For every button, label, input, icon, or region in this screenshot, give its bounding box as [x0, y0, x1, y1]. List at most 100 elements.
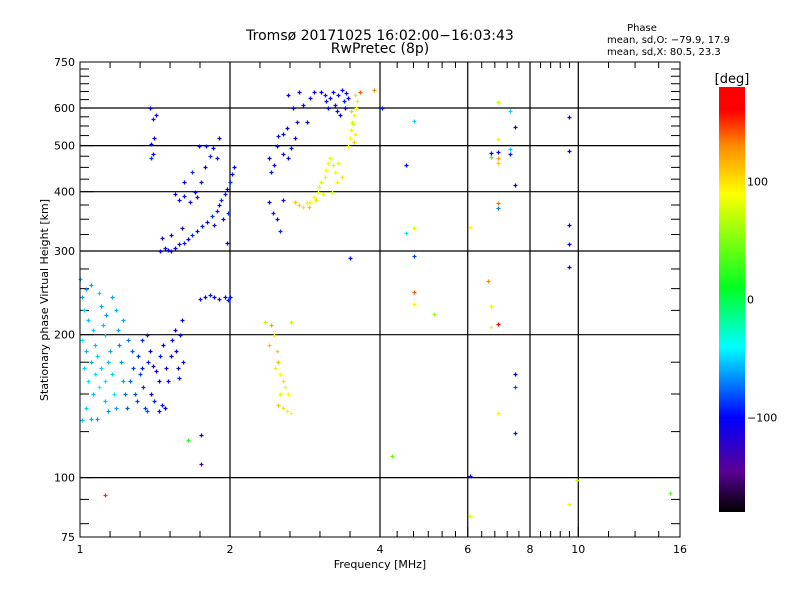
data-point [186, 438, 191, 443]
data-point [141, 385, 146, 390]
data-point [217, 297, 222, 302]
data-point [496, 201, 501, 206]
data-point [148, 349, 153, 354]
data-point [271, 211, 276, 216]
data-point [312, 90, 317, 95]
grid-lines [80, 62, 680, 537]
data-point [101, 323, 106, 328]
data-point [508, 147, 513, 152]
data-point [326, 161, 331, 166]
data-point [123, 392, 128, 397]
data-point [567, 149, 572, 154]
data-point [117, 343, 122, 348]
stats-heading: Phase [627, 23, 657, 34]
data-point [173, 328, 178, 333]
data-point [225, 187, 230, 192]
data-point [289, 146, 294, 151]
data-point [219, 198, 224, 203]
chart-subtitle: RwPretec (8p) [331, 41, 429, 57]
data-point [340, 88, 345, 93]
data-point [267, 343, 272, 348]
data-point [212, 295, 217, 300]
data-point [93, 343, 98, 348]
data-point [125, 406, 130, 411]
data-point [404, 163, 409, 168]
data-point [221, 217, 226, 222]
data-point [276, 403, 281, 408]
data-point [152, 136, 157, 141]
data-point [205, 220, 210, 225]
data-point [95, 417, 100, 422]
y-tick-label: 200 [54, 329, 75, 342]
data-point [283, 385, 288, 390]
data-point [223, 295, 228, 300]
data-point [160, 236, 165, 241]
data-point [232, 165, 237, 170]
data-point [496, 137, 501, 142]
data-point [567, 223, 572, 228]
data-point [496, 411, 501, 416]
data-point [166, 379, 171, 384]
data-point [346, 96, 351, 101]
data-point [285, 409, 290, 414]
x-axis-label: Frequency [MHz] [334, 558, 426, 571]
data-point [199, 433, 204, 438]
data-point [335, 180, 340, 185]
header: Tromsø 20171025 16:02:00−16:03:43 RwPret… [245, 23, 730, 58]
data-point [323, 175, 328, 180]
data-point [289, 411, 294, 416]
data-point [199, 462, 204, 467]
data-point [348, 256, 353, 261]
data-point [110, 372, 115, 377]
data-point [86, 379, 91, 384]
data-point [217, 136, 222, 141]
data-point [354, 106, 359, 111]
data-point [154, 113, 159, 118]
data-point [496, 206, 501, 211]
data-point [336, 93, 341, 98]
data-point [186, 237, 191, 242]
data-point [133, 392, 138, 397]
data-point [190, 233, 195, 238]
data-point [84, 406, 89, 411]
data-point [286, 93, 291, 98]
data-point [281, 379, 286, 384]
data-point [97, 385, 102, 390]
data-point [513, 431, 518, 436]
data-point [496, 322, 501, 327]
y-tick-label: 75 [61, 531, 75, 544]
colorbar: [deg] 100 0 −100 [715, 72, 777, 512]
data-points [78, 88, 673, 519]
data-point [291, 106, 296, 111]
data-point [154, 369, 159, 374]
data-point [575, 478, 580, 483]
data-point [82, 308, 87, 313]
data-point [158, 354, 163, 359]
data-point [331, 90, 336, 95]
data-point [567, 502, 572, 507]
data-point [157, 379, 162, 384]
data-point [404, 231, 409, 236]
data-point [182, 180, 187, 185]
data-point [230, 172, 235, 177]
data-point [281, 406, 286, 411]
data-point [97, 291, 102, 296]
data-point [278, 392, 283, 397]
data-point [353, 93, 358, 98]
data-point [432, 312, 437, 317]
data-point [348, 136, 353, 141]
data-point [99, 304, 104, 309]
data-point [295, 120, 300, 125]
data-point [121, 379, 126, 384]
data-point [513, 372, 518, 377]
data-point [108, 349, 113, 354]
data-point [151, 117, 156, 122]
data-point [328, 156, 333, 161]
data-point [208, 154, 213, 159]
data-point [486, 279, 491, 284]
x-tick-label: 6 [464, 543, 471, 556]
data-point [136, 354, 141, 359]
data-point [567, 115, 572, 120]
stats-o-mode: mean, sd,O: −79.9, 17.9 [607, 35, 730, 46]
x-tick-labels: 1 2 4 6 8 10 16 [77, 543, 688, 556]
